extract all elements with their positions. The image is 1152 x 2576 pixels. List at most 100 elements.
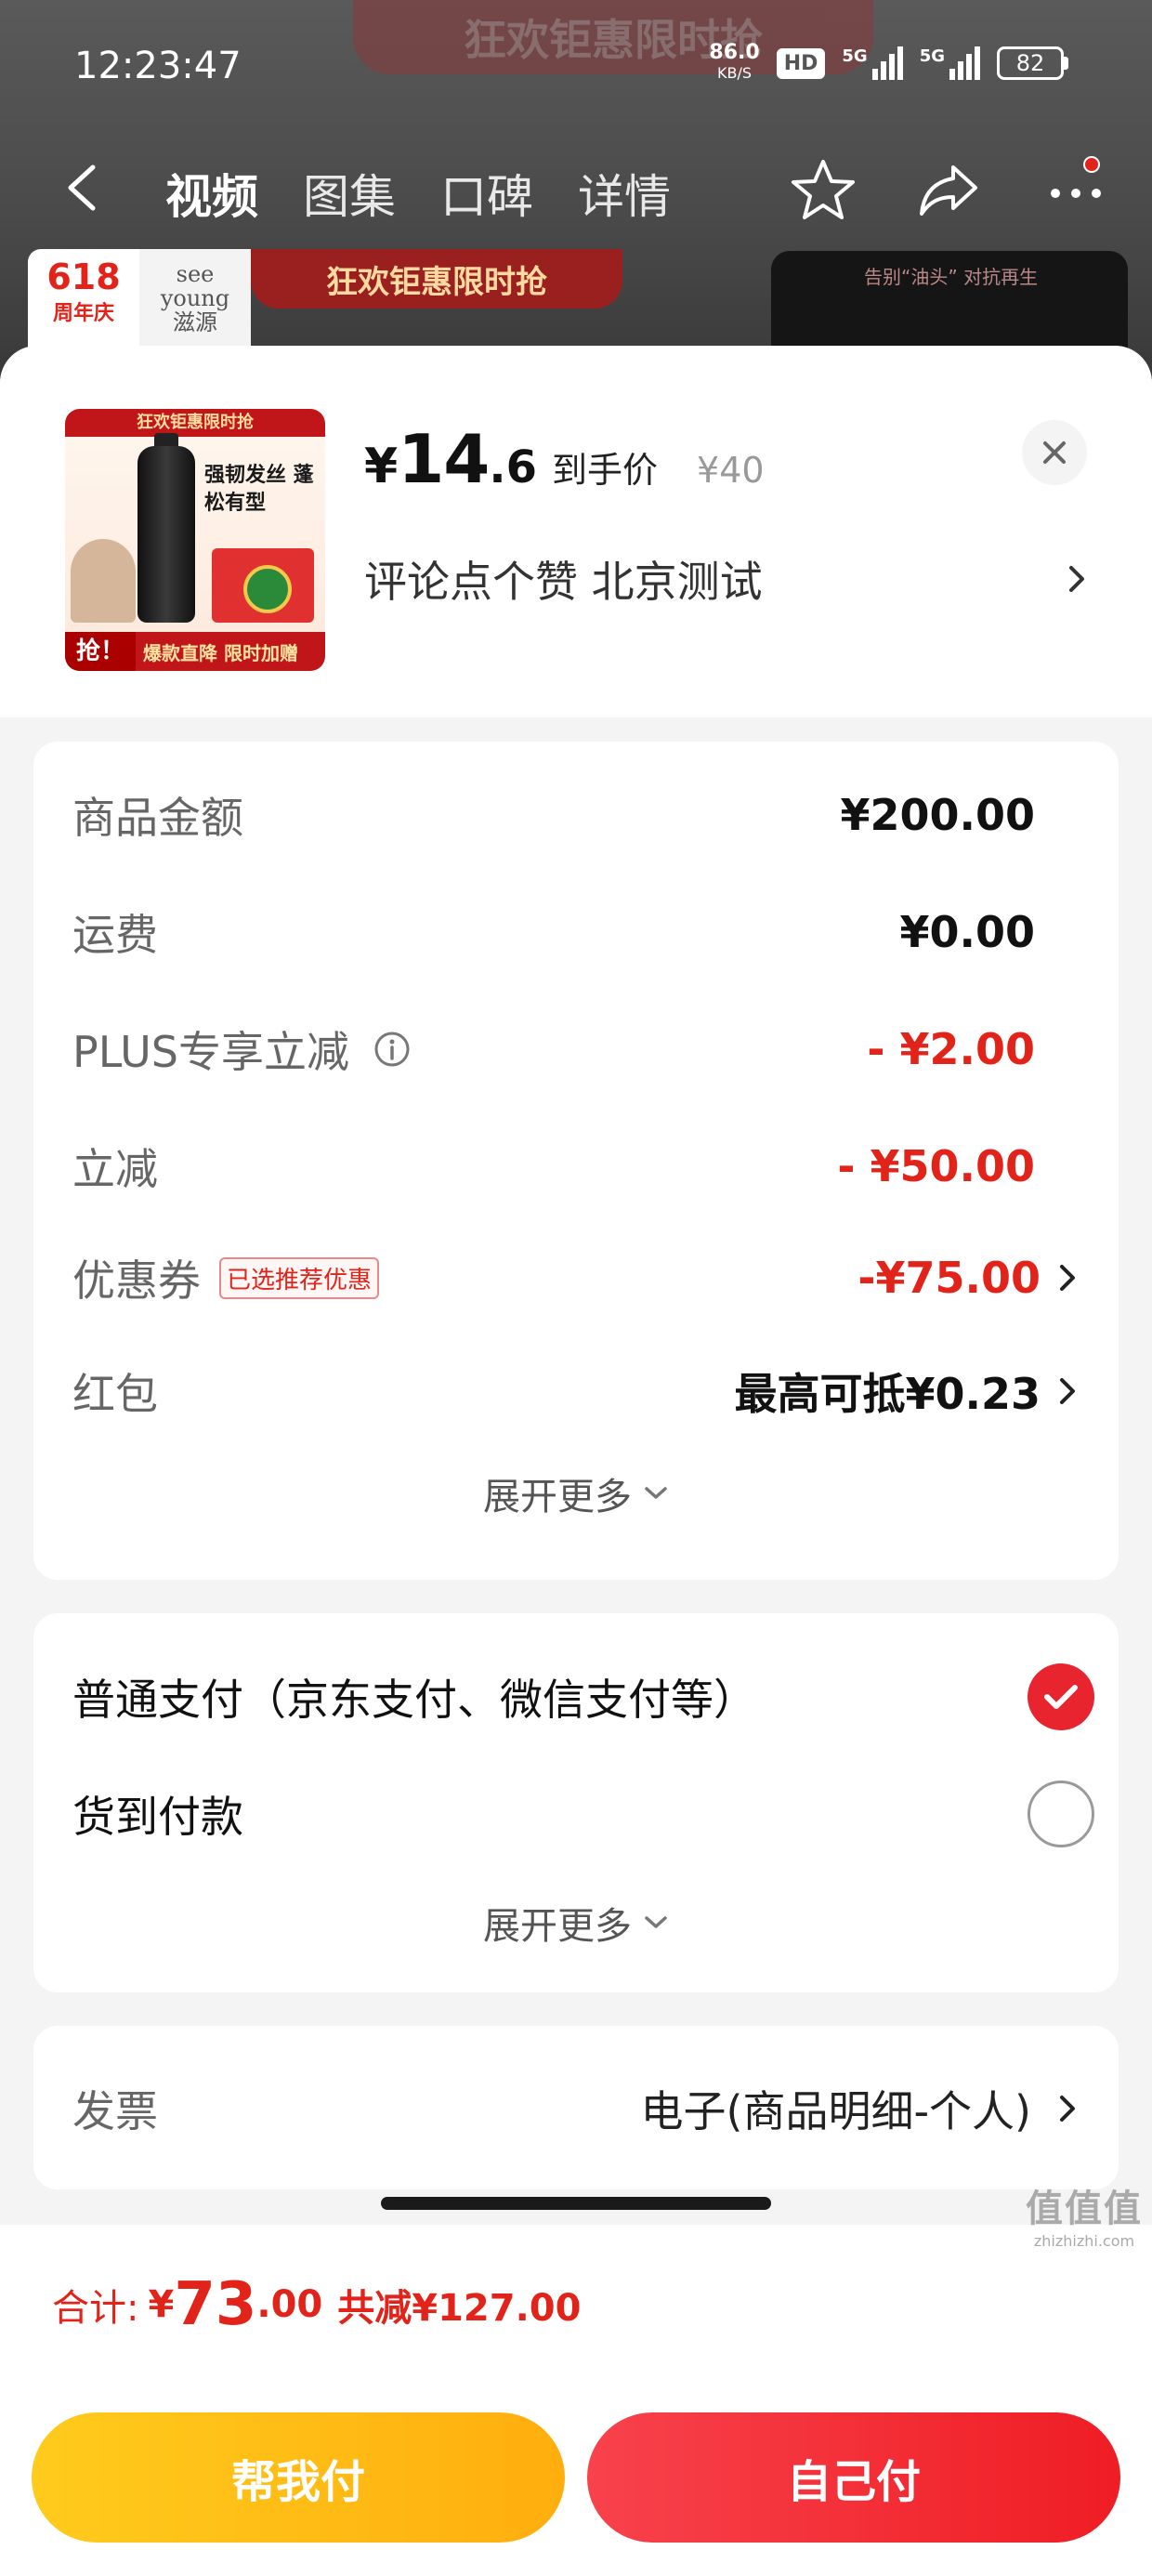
- battery-level: 82: [1015, 50, 1045, 76]
- fee-breakdown-card: 商品金额 ¥200.00 运费 ¥0.00 PLUS专享立减 - ¥2.00 立…: [33, 742, 1119, 1580]
- status-bar: 12:23:47 86.0 KB/S HD 5G 5G 82: [0, 0, 1152, 130]
- star-icon[interactable]: [790, 156, 857, 223]
- payment-option-cod[interactable]: 货到付款: [72, 1781, 1094, 1847]
- brand-cn: 滋源: [173, 309, 217, 335]
- close-icon: [1043, 441, 1066, 464]
- fee-value: ¥0.00: [899, 907, 1035, 957]
- total-label: 合计:: [52, 2287, 139, 2330]
- tab-gallery[interactable]: 图集: [303, 160, 396, 227]
- chevron-right-icon: [1060, 2096, 1075, 2122]
- fee-value: ¥200.00: [840, 790, 1035, 840]
- watermark-logo: 值值值: [1026, 2188, 1143, 2230]
- signal-label: 5G: [842, 46, 868, 66]
- grab-label: 抢！: [65, 632, 137, 671]
- payment-option-standard[interactable]: 普通支付（京东支付、微信支付等）: [72, 1663, 1094, 1730]
- notification-dot: [1083, 156, 1100, 173]
- payment-option-label: 货到付款: [72, 1792, 243, 1842]
- gift-image: [212, 548, 314, 623]
- chevron-right-icon: [1060, 1265, 1075, 1291]
- share-icon[interactable]: [916, 156, 983, 223]
- watermark-url: zhizhizhi.com: [1033, 2232, 1135, 2250]
- payment-method-card: 普通支付（京东支付、微信支付等） 货到付款 展开更多: [33, 1613, 1119, 1992]
- expand-more-label: 展开更多: [483, 1905, 632, 1948]
- invoice-value-with-chevron: 电子(商品明细-个人): [641, 2078, 1080, 2139]
- nav-actions: [790, 156, 1109, 223]
- fee-label: 立减: [72, 1144, 158, 1194]
- fee-row-plus-discount: PLUS专享立减 - ¥2.00: [72, 1019, 1080, 1080]
- fee-label-text: PLUS专享立减: [72, 1027, 349, 1077]
- watermark: 值值值 zhizhizhi.com: [1026, 2178, 1143, 2250]
- payment-expand-more[interactable]: 展开更多: [33, 1896, 1119, 1950]
- fee-row-red-packet[interactable]: 红包 最高可抵¥0.23: [72, 1360, 1080, 1422]
- tab-reviews[interactable]: 口碑: [440, 160, 533, 227]
- promo-618-text: 618: [46, 256, 121, 297]
- network-speed-value: 86.0: [709, 41, 760, 64]
- background-video-thumb: 告别“油头” 对抗再生: [771, 251, 1128, 353]
- fee-label-with-info: PLUS专享立减: [72, 1019, 411, 1080]
- battery-icon: 82: [997, 46, 1068, 80]
- product-bottle-image: [137, 446, 195, 623]
- invoice-label: 发票: [72, 2086, 158, 2136]
- price-decimal: .6: [489, 441, 538, 493]
- spec-text: 评论点个赞 北京测试: [364, 557, 763, 607]
- hd-icon: HD: [776, 47, 826, 79]
- fee-value-text: -¥75.00: [857, 1253, 1041, 1303]
- product-image: 狂欢钜惠限时抢 强韧发丝 蓬松有型 抢！ 爆款直降 限时加赠: [65, 409, 325, 671]
- product-image-bottom-band: 抢！ 爆款直降 限时加赠: [65, 632, 325, 671]
- help-me-pay-button[interactable]: 帮我付: [32, 2412, 565, 2543]
- radio-checked[interactable]: [1028, 1663, 1094, 1730]
- close-button[interactable]: [1022, 420, 1087, 485]
- back-arrow-icon[interactable]: [61, 162, 102, 214]
- chevron-down-icon: [645, 1916, 667, 1928]
- invoice-row[interactable]: 发票 电子(商品明细-个人): [72, 2078, 1080, 2139]
- status-time: 12:23:47: [74, 45, 242, 87]
- signal-icon-2: 5G: [920, 46, 980, 80]
- signal-label-2: 5G: [919, 46, 945, 66]
- product-summary: 狂欢钜惠限时抢 强韧发丝 蓬松有型 抢！ 爆款直降 限时加赠 ¥ 14 .6 到…: [0, 346, 1152, 717]
- checkmark-icon: [1044, 1685, 1078, 1709]
- fee-value: - ¥50.00: [837, 1141, 1035, 1191]
- nav-tabs: 视频 图集 口碑 详情: [165, 160, 671, 227]
- total-saved: 共减¥127.00: [337, 2287, 582, 2330]
- fee-label: 运费: [72, 910, 158, 960]
- spec-selector[interactable]: 评论点个赞 北京测试: [364, 548, 1089, 610]
- original-price: ¥40: [697, 450, 765, 491]
- chevron-right-icon: [1069, 566, 1084, 592]
- pay-myself-button[interactable]: 自己付: [587, 2412, 1120, 2543]
- brand-logo: see young 滋源: [139, 249, 251, 351]
- fee-value: - ¥2.00: [867, 1024, 1035, 1074]
- network-speed-unit: KB/S: [717, 64, 753, 82]
- fees-expand-more[interactable]: 展开更多: [33, 1466, 1119, 1520]
- background-promo-banner: 618 周年庆 see young 滋源 狂欢钜惠限时抢: [28, 249, 753, 351]
- price-row: ¥ 14 .6 到手价 ¥40: [364, 420, 765, 498]
- total-integer: 73: [174, 2270, 257, 2339]
- invoice-value: 电子(商品明细-个人): [640, 2086, 1032, 2136]
- order-total-bar: 合计: ¥ 73 .00 共减¥127.00: [0, 2225, 1152, 2385]
- fee-row-coupon[interactable]: 优惠券 已选推荐优惠 -¥75.00: [72, 1247, 1080, 1308]
- fee-value-with-chevron: -¥75.00: [857, 1253, 1080, 1303]
- background-page: 狂欢钜惠限时抢 12:23:47 86.0 KB/S HD 5G 5G 82 视…: [0, 0, 1152, 353]
- radio-unchecked[interactable]: [1028, 1781, 1094, 1847]
- checkout-sheet: 狂欢钜惠限时抢 强韧发丝 蓬松有型 抢！ 爆款直降 限时加赠 ¥ 14 .6 到…: [0, 346, 1152, 2576]
- total-symbol: ¥: [148, 2283, 175, 2326]
- brand-en: see young: [160, 261, 230, 311]
- tab-video[interactable]: 视频: [165, 160, 258, 227]
- price-symbol: ¥: [364, 439, 399, 494]
- total-decimal: .00: [256, 2283, 323, 2326]
- invoice-card[interactable]: 发票 电子(商品明细-个人): [33, 2026, 1119, 2189]
- fee-label: 红包: [72, 1369, 158, 1419]
- fee-label: 商品金额: [72, 793, 243, 843]
- signal-icon: 5G: [842, 46, 903, 80]
- slogan-label: 爆款直降 限时加赠: [143, 641, 298, 664]
- pay-myself-label: 自己付: [786, 2456, 921, 2508]
- fee-value-with-chevron: 最高可抵¥0.23: [734, 1360, 1080, 1422]
- info-icon[interactable]: [373, 1031, 411, 1068]
- fee-label-with-tag: 优惠券 已选推荐优惠: [72, 1247, 380, 1308]
- fee-row-goods-amount: 商品金额 ¥200.00: [72, 784, 1080, 846]
- network-speed: 86.0 KB/S: [709, 43, 759, 84]
- help-me-pay-label: 帮我付: [230, 2456, 365, 2508]
- home-indicator[interactable]: [381, 2197, 771, 2210]
- coupon-recommended-tag: 已选推荐优惠: [219, 1256, 380, 1299]
- fee-value-text: 最高可抵¥0.23: [734, 1369, 1041, 1419]
- tab-details[interactable]: 详情: [578, 160, 671, 227]
